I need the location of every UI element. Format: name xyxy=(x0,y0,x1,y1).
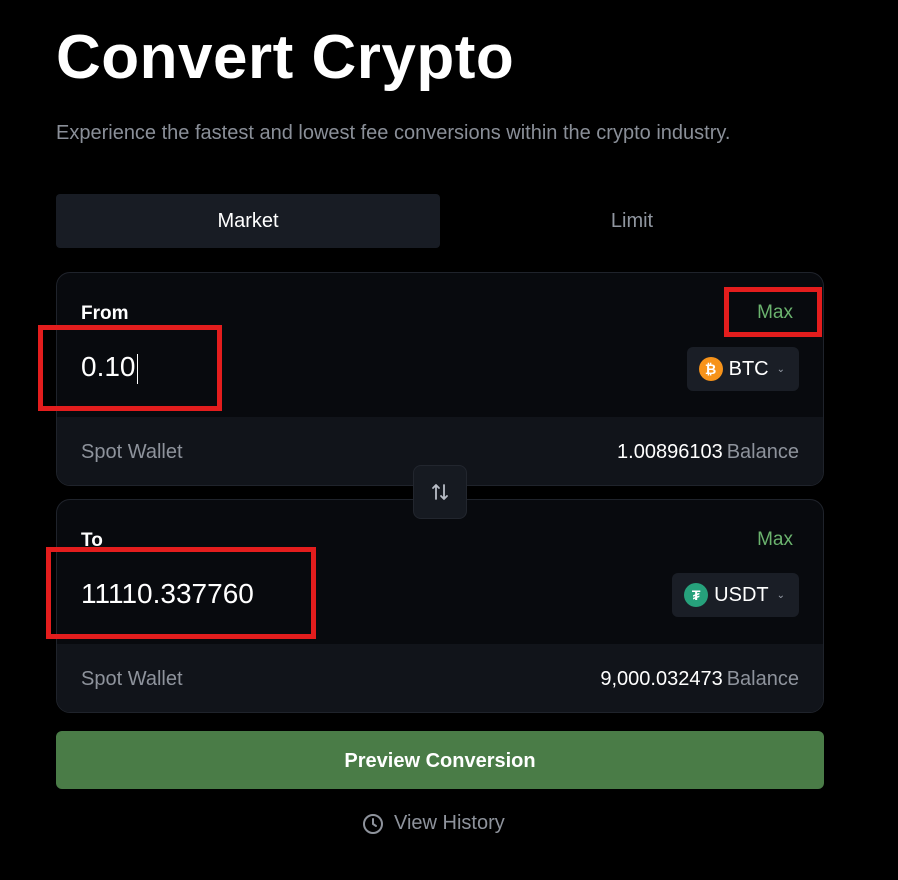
from-wallet-name: Spot Wallet xyxy=(81,441,183,463)
bitcoin-icon: ₿ xyxy=(698,357,723,381)
page-title: Convert Crypto xyxy=(56,23,515,92)
from-balance-label: Balance xyxy=(726,441,799,463)
page-subtitle: Experience the fastest and lowest fee co… xyxy=(56,122,731,144)
from-balance-value: 1.00896103 xyxy=(617,441,723,463)
view-history-label: View History xyxy=(394,812,505,834)
from-label: From xyxy=(81,303,129,324)
to-amount-value: 11110.337760 xyxy=(81,578,254,609)
to-label: To xyxy=(81,530,103,551)
tether-icon: ₮ xyxy=(684,583,709,607)
swap-arrows-icon xyxy=(432,484,448,500)
tab-limit[interactable]: Limit xyxy=(440,194,824,248)
text-caret xyxy=(136,353,138,384)
to-balance-label: Balance xyxy=(726,668,799,690)
to-card: To Max 11110.337760 ₮ USDT ⌄ Spot Wallet… xyxy=(56,499,824,713)
to-max-button[interactable]: Max xyxy=(757,529,793,551)
from-token-symbol: BTC xyxy=(728,357,769,380)
to-wallet-name: Spot Wallet xyxy=(81,668,183,690)
clock-icon xyxy=(363,813,383,834)
to-balance-value: 9,000.032473 xyxy=(600,668,723,690)
from-max-button[interactable]: Max xyxy=(757,302,793,324)
from-amount-input[interactable]: 0.10 xyxy=(81,351,441,384)
order-type-tabs: Market Limit xyxy=(56,194,824,248)
from-balance: 1.00896103 Balance xyxy=(617,441,799,464)
swap-direction-button[interactable] xyxy=(413,465,467,519)
tab-market[interactable]: Market xyxy=(56,194,440,248)
from-amount-value: 0.10 xyxy=(81,351,136,382)
to-token-select[interactable]: ₮ USDT ⌄ xyxy=(672,573,799,617)
preview-conversion-button[interactable]: Preview Conversion xyxy=(56,731,824,789)
chevron-down-icon: ⌄ xyxy=(776,589,785,601)
convert-crypto-page: Convert Crypto Experience the fastest an… xyxy=(0,0,898,880)
to-amount-input[interactable]: 11110.337760 xyxy=(81,578,441,610)
view-history-link[interactable]: View History xyxy=(362,812,505,835)
from-token-select[interactable]: ₿ BTC ⌄ xyxy=(686,347,799,391)
to-balance: 9,000.032473 Balance xyxy=(600,668,799,691)
to-wallet-row: Spot Wallet 9,000.032473 Balance xyxy=(57,644,823,712)
from-card: From Max 0.10 ₿ BTC ⌄ Spot Wallet 1.0089… xyxy=(56,272,824,486)
chevron-down-icon: ⌄ xyxy=(776,363,785,375)
to-token-symbol: USDT xyxy=(714,583,769,606)
